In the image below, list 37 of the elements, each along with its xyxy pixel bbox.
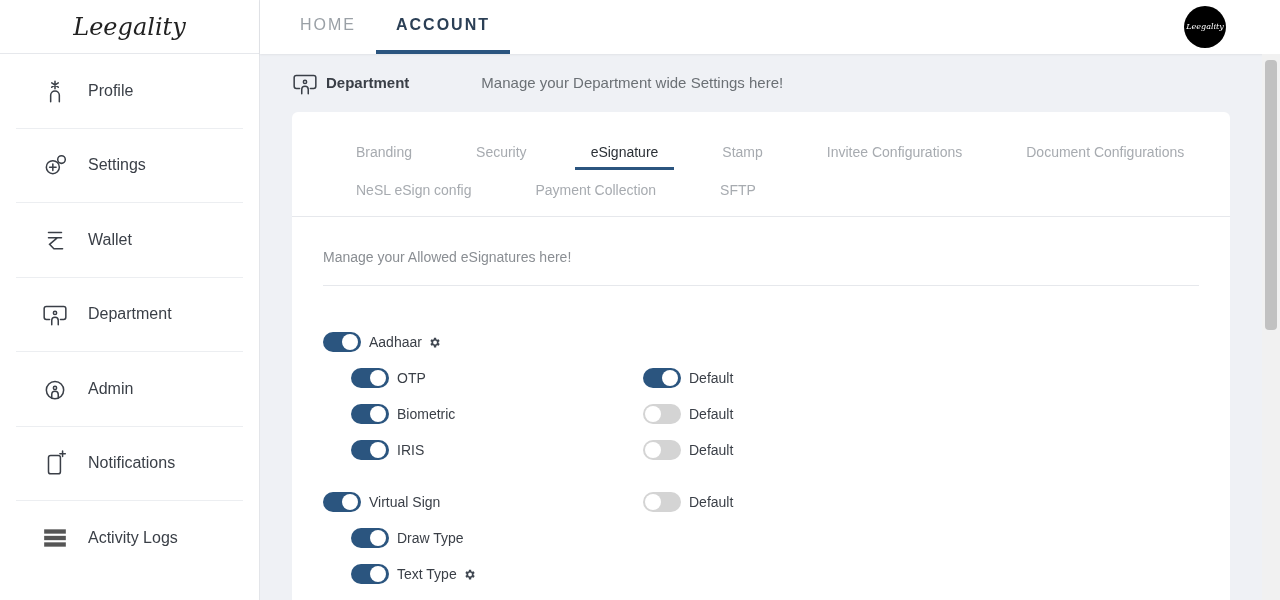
toggle-switch[interactable]: [323, 332, 361, 352]
toggle-switch[interactable]: [323, 492, 361, 512]
toggle-switch[interactable]: [351, 368, 389, 388]
option-label: Biometric: [397, 404, 456, 424]
page-subtitle: Manage your Department wide Settings here!: [481, 72, 784, 93]
toggle-switch[interactable]: [351, 564, 389, 584]
page-title: Department: [326, 72, 410, 93]
section-hint: Manage your Allowed eSignatures here!: [323, 249, 572, 265]
toggle-switch[interactable]: [643, 368, 681, 388]
sidebar-item[interactable]: Notifications: [16, 426, 243, 501]
toggle-switch[interactable]: [351, 404, 389, 424]
scrollbar[interactable]: [1262, 54, 1280, 600]
option-label: Draw Type: [397, 528, 464, 548]
option-label: Aadhaar: [369, 332, 422, 352]
toggle-switch[interactable]: [643, 440, 681, 460]
sidebar-item[interactable]: Activity Logs: [16, 501, 243, 576]
sidebar-item[interactable]: Wallet: [16, 203, 243, 278]
toggle-switch[interactable]: [643, 404, 681, 424]
default-label: Default: [689, 440, 734, 460]
sidebar-item[interactable]: Settings: [16, 128, 243, 203]
default-label: Default: [689, 492, 734, 512]
option-label: Virtual Sign: [369, 492, 441, 512]
sidebar-item[interactable]: Admin: [16, 352, 243, 427]
option-label: IRIS: [397, 440, 425, 460]
toggle-switch[interactable]: [351, 528, 389, 548]
sidebar-item[interactable]: Department: [16, 277, 243, 352]
tab[interactable]: eSignature: [574, 138, 675, 170]
toggle-switch[interactable]: [643, 492, 681, 512]
logo: Leegality: [73, 11, 186, 43]
toggle-switch[interactable]: [351, 440, 389, 460]
option-label: Text Type: [397, 564, 457, 584]
nav-tab[interactable]: ACCOUNT: [376, 0, 510, 54]
default-label: Default: [689, 404, 734, 424]
avatar-logo[interactable]: Leegality: [1184, 6, 1226, 48]
default-label: Default: [689, 368, 734, 388]
sidebar-item[interactable]: Profile: [16, 54, 243, 129]
option-label: OTP: [397, 368, 426, 388]
